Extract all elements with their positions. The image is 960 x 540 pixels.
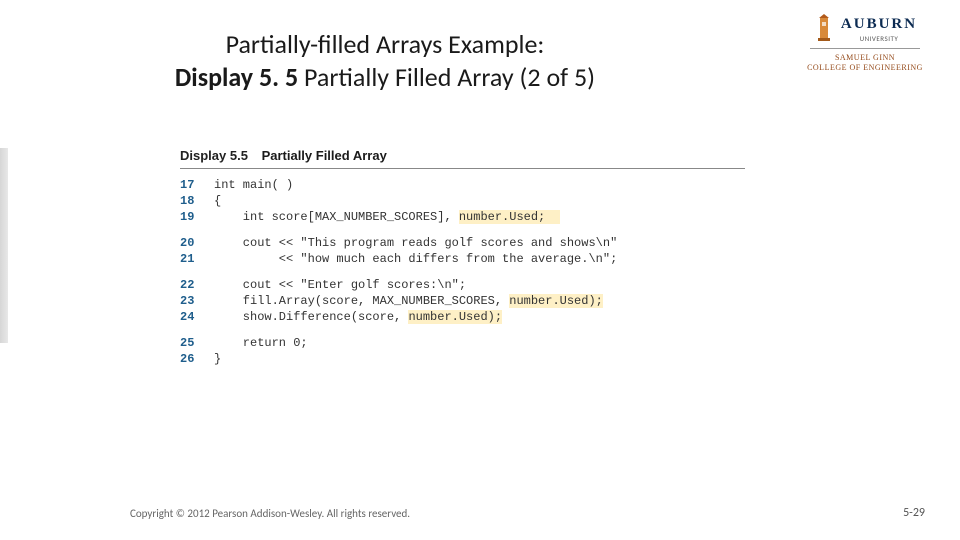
title-subtitle: Partially Filled Array (2 of 5) bbox=[298, 61, 595, 93]
highlight: number.Used); bbox=[509, 294, 603, 308]
slide-title: Partially-filled Arrays Example: Display… bbox=[0, 28, 770, 93]
logo-university-sub: UNIVERSITY bbox=[841, 35, 917, 43]
code-line-19: 19 int score[MAX_NUMBER_SCORES], number.… bbox=[180, 209, 745, 225]
logo-university-name: AUBURN bbox=[841, 15, 917, 33]
university-logo: AUBURN UNIVERSITY SAMUEL GINN COLLEGE OF… bbox=[800, 14, 930, 72]
code-line-26: 26} bbox=[180, 351, 745, 367]
display-label: Display 5.5 bbox=[180, 148, 248, 163]
code-line-24: 24 show.Difference(score, number.Used); bbox=[180, 309, 745, 325]
page-number: 5-29 bbox=[903, 506, 925, 520]
highlight: number.Used; bbox=[459, 210, 545, 224]
code-display-header: Display 5.5 Partially Filled Array bbox=[180, 148, 745, 169]
code-line-20: 20 cout << "This program reads golf scor… bbox=[180, 235, 745, 251]
left-accent-bar bbox=[0, 148, 8, 343]
logo-person: SAMUEL GINN bbox=[800, 53, 930, 63]
title-display-number: Display 5. 5 bbox=[175, 61, 298, 93]
code-line-17: 17int main( ) bbox=[180, 177, 745, 193]
code-display: Display 5.5 Partially Filled Array 17int… bbox=[180, 148, 745, 367]
logo-divider bbox=[810, 48, 920, 49]
tower-icon bbox=[813, 14, 835, 44]
highlight: number.Used); bbox=[408, 310, 502, 324]
title-line-1: Partially-filled Arrays Example: bbox=[0, 28, 770, 61]
logo-college: COLLEGE OF ENGINEERING bbox=[800, 63, 930, 73]
code-line-21: 21 << "how much each differs from the av… bbox=[180, 251, 745, 267]
title-line-2: Display 5. 5 Partially Filled Array (2 o… bbox=[0, 61, 770, 94]
copyright-text: Copyright © 2012 Pearson Addison-Wesley.… bbox=[130, 507, 410, 520]
code-line-18: 18{ bbox=[180, 193, 745, 209]
slide: Partially-filled Arrays Example: Display… bbox=[0, 0, 960, 540]
logo-mark: AUBURN UNIVERSITY bbox=[800, 14, 930, 44]
display-title: Partially Filled Array bbox=[262, 148, 387, 163]
code-line-25: 25 return 0; bbox=[180, 335, 745, 351]
code-line-23: 23 fill.Array(score, MAX_NUMBER_SCORES, … bbox=[180, 293, 745, 309]
code-line-22: 22 cout << "Enter golf scores:\n"; bbox=[180, 277, 745, 293]
